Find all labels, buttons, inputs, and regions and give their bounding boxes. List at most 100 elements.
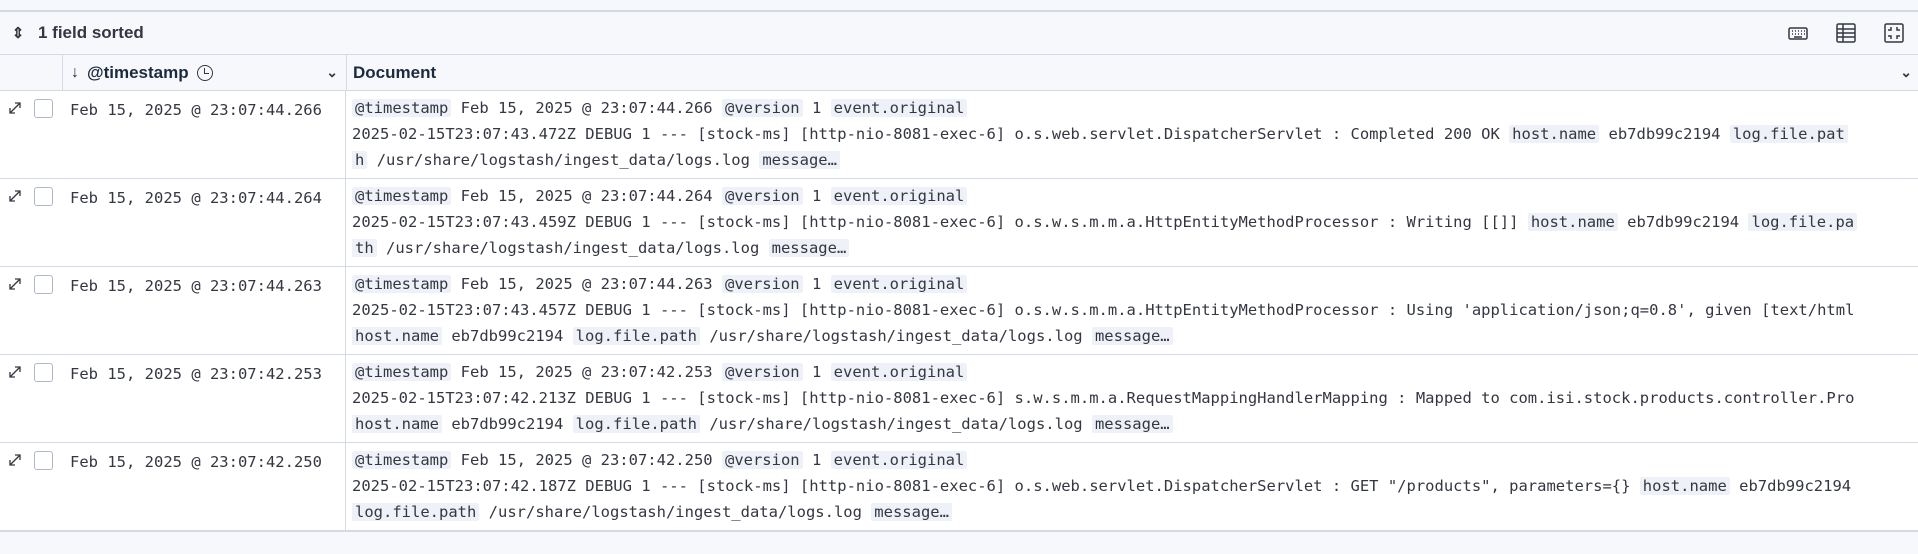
timestamp-cell: Feb 15, 2025 @ 23:07:42.250 — [62, 443, 346, 530]
field-value: /usr/share/logstash/ingest_data/logs.log — [386, 239, 760, 257]
field-value: Feb 15, 2025 @ 23:07:42.253 — [460, 363, 713, 381]
table-row: Feb 15, 2025 @ 23:07:42.250 @timestamp F… — [0, 443, 1918, 531]
document-cell: @timestamp Feb 15, 2025 @ 23:07:44.264 @… — [346, 179, 1918, 266]
field-key: host.name — [1509, 125, 1600, 143]
grid-footer — [0, 531, 1918, 554]
field-value: Feb 15, 2025 @ 23:07:44.263 — [460, 275, 713, 293]
field-value: Feb 15, 2025 @ 23:07:42.250 — [460, 451, 713, 469]
field-value: 2025-02-15T23:07:43.459Z DEBUG 1 --- [st… — [352, 213, 1528, 231]
field-key: message… — [1091, 415, 1173, 433]
sort-label: 1 field sorted — [38, 23, 144, 42]
field-value: /usr/share/logstash/ingest_data/logs.log — [709, 415, 1083, 433]
field-key: event.original — [830, 99, 968, 117]
keyboard-icon[interactable] — [1786, 21, 1810, 45]
field-value: 1 — [811, 363, 822, 381]
top-border — [0, 0, 1918, 12]
control-column-header — [0, 55, 63, 90]
row-checkbox[interactable] — [34, 187, 53, 206]
fullscreen-icon[interactable] — [1882, 21, 1906, 45]
field-key: @timestamp — [352, 187, 452, 205]
row-checkbox[interactable] — [34, 275, 53, 294]
chevron-down-icon[interactable]: ⌄ — [326, 64, 338, 81]
column-header-timestamp[interactable]: ↓ @timestamp ⌄ — [63, 55, 347, 90]
expand-icon[interactable] — [0, 365, 30, 379]
field-value: /usr/share/logstash/ingest_data/logs.log — [709, 327, 1083, 345]
field-key: @timestamp — [352, 451, 452, 469]
table-row: Feb 15, 2025 @ 23:07:44.266 @timestamp F… — [0, 91, 1918, 179]
field-value: eb7db99c2194 — [1627, 213, 1740, 231]
clock-icon — [196, 64, 213, 81]
field-value: 1 — [811, 187, 822, 205]
field-key: @version — [721, 99, 803, 117]
field-key: @version — [721, 451, 803, 469]
document-cell: @timestamp Feb 15, 2025 @ 23:07:42.250 @… — [346, 443, 1918, 530]
expand-icon[interactable] — [0, 189, 30, 203]
field-key: event.original — [830, 363, 968, 381]
field-value: eb7db99c2194 — [451, 415, 564, 433]
field-key: message… — [768, 239, 850, 257]
table-row: Feb 15, 2025 @ 23:07:44.263 @timestamp F… — [0, 267, 1918, 355]
field-value: 1 — [811, 451, 822, 469]
field-key: message… — [1091, 327, 1173, 345]
field-value: Feb 15, 2025 @ 23:07:44.266 — [460, 99, 713, 117]
field-value: 1 — [811, 275, 822, 293]
timestamp-cell: Feb 15, 2025 @ 23:07:44.263 — [62, 267, 346, 354]
grid-toolbar: ⇕ 1 field sorted — [0, 12, 1918, 55]
document-cell: @timestamp Feb 15, 2025 @ 23:07:44.266 @… — [346, 91, 1918, 178]
timestamp-cell: Feb 15, 2025 @ 23:07:44.264 — [62, 179, 346, 266]
field-key: host.name — [1639, 477, 1730, 495]
document-column-label: Document — [353, 62, 437, 82]
field-key: @version — [721, 275, 803, 293]
field-value: /usr/share/logstash/ingest_data/logs.log — [488, 503, 862, 521]
field-value: eb7db99c2194 — [1608, 125, 1721, 143]
expand-icon[interactable] — [0, 277, 30, 291]
field-value: 1 — [811, 99, 822, 117]
field-key: log.file.path — [572, 327, 700, 345]
field-key: host.name — [352, 415, 442, 433]
density-table-icon[interactable] — [1834, 21, 1858, 45]
row-checkbox[interactable] — [34, 99, 53, 118]
sort-desc-icon[interactable]: ↓ — [71, 64, 79, 82]
field-value: 2025-02-15T23:07:43.472Z DEBUG 1 --- [st… — [352, 125, 1510, 143]
field-value: 2025-02-15T23:07:42.213Z DEBUG 1 --- [st… — [352, 389, 1855, 407]
document-cell: @timestamp Feb 15, 2025 @ 23:07:44.263 @… — [346, 267, 1918, 354]
table-row: Feb 15, 2025 @ 23:07:42.253 @timestamp F… — [0, 355, 1918, 443]
field-value: eb7db99c2194 — [451, 327, 564, 345]
field-value: /usr/share/logstash/ingest_data/logs.log — [376, 151, 750, 169]
field-key: @timestamp — [352, 99, 452, 117]
expand-icon[interactable] — [0, 453, 30, 467]
grid-header: ↓ @timestamp ⌄ Document ⌄ — [0, 55, 1918, 91]
field-key: event.original — [830, 275, 968, 293]
field-key: message… — [871, 503, 952, 521]
field-key: host.name — [352, 327, 442, 345]
field-key: message… — [759, 151, 840, 169]
field-value: eb7db99c2194 — [1739, 477, 1852, 495]
timestamp-column-label: @timestamp — [87, 62, 189, 82]
field-key: h — [352, 151, 368, 169]
field-value: 2025-02-15T23:07:42.187Z DEBUG 1 --- [st… — [352, 477, 1640, 495]
expand-icon[interactable] — [0, 101, 30, 115]
column-header-document[interactable]: Document ⌄ — [347, 55, 1918, 90]
field-value: 2025-02-15T23:07:43.457Z DEBUG 1 --- [st… — [352, 301, 1855, 319]
field-key: event.original — [830, 451, 968, 469]
field-key: event.original — [830, 187, 968, 205]
field-value: Feb 15, 2025 @ 23:07:44.264 — [460, 187, 713, 205]
field-key: log.file.path — [572, 415, 700, 433]
data-grid: ↓ @timestamp ⌄ Document ⌄ Feb 15, 2025 @… — [0, 55, 1918, 554]
chevron-down-icon[interactable]: ⌄ — [1900, 64, 1912, 81]
field-key: @timestamp — [352, 363, 452, 381]
field-key: th — [352, 239, 377, 257]
sort-arrows-icon: ⇕ — [11, 25, 25, 42]
sort-control[interactable]: ⇕ 1 field sorted — [10, 23, 144, 43]
field-key: @version — [721, 187, 803, 205]
field-key: log.file.path — [352, 503, 480, 521]
field-key: log.file.pat — [1729, 125, 1848, 143]
field-key: log.file.pa — [1748, 213, 1858, 231]
field-key: @timestamp — [352, 275, 452, 293]
row-checkbox[interactable] — [34, 451, 53, 470]
field-key: host.name — [1527, 213, 1618, 231]
table-row: Feb 15, 2025 @ 23:07:44.264 @timestamp F… — [0, 179, 1918, 267]
field-key: @version — [721, 363, 803, 381]
row-checkbox[interactable] — [34, 363, 53, 382]
document-cell: @timestamp Feb 15, 2025 @ 23:07:42.253 @… — [346, 355, 1918, 442]
